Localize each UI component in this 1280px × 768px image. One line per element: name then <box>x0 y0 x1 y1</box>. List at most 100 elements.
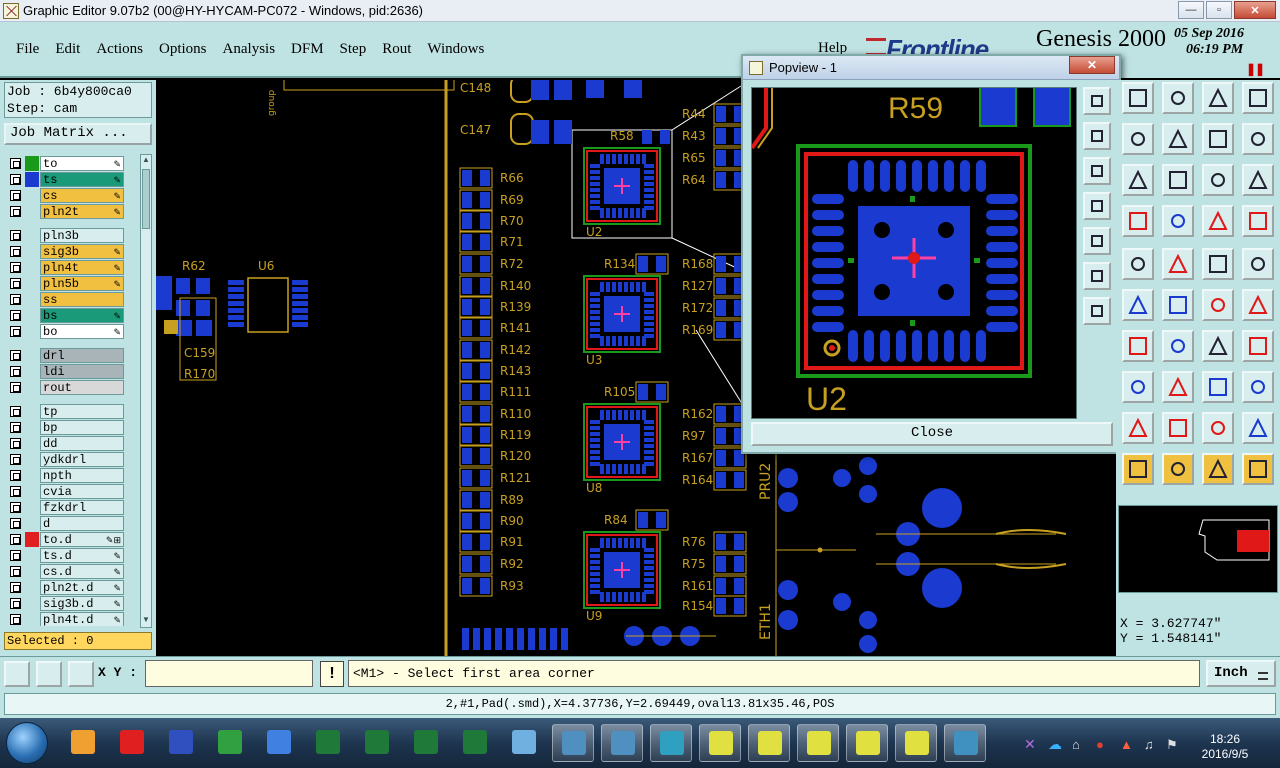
layer-name[interactable]: sig3b ✎ <box>40 244 124 259</box>
tool-mirror-icon[interactable] <box>1202 123 1234 155</box>
tool-angle-icon[interactable] <box>1122 330 1154 362</box>
job-matrix-button[interactable]: Job Matrix ... <box>4 123 152 145</box>
tool-cross-icon[interactable] <box>1162 289 1194 321</box>
tool-triangle-icon[interactable] <box>1122 412 1154 444</box>
layer-name[interactable]: bp <box>40 420 124 435</box>
taskbar-clock[interactable]: 18:26 2016/9/5 <box>1190 732 1260 762</box>
tool-move-down-icon[interactable] <box>1162 82 1194 114</box>
pause-icon[interactable]: ❚❚ <box>1246 62 1265 76</box>
menu-options[interactable]: Options <box>151 39 215 60</box>
board-overview[interactable] <box>1118 505 1278 593</box>
start-button[interactable] <box>6 722 48 764</box>
layer-checkbox[interactable] <box>10 158 21 169</box>
layer-checkbox[interactable] <box>10 382 21 393</box>
grid-icon[interactable] <box>68 661 94 687</box>
layer-checkbox[interactable] <box>10 438 21 449</box>
tool-slash-icon[interactable] <box>1162 330 1194 362</box>
layer-row[interactable]: pln4t ✎ <box>4 260 128 275</box>
menu-actions[interactable]: Actions <box>88 39 151 60</box>
notes-app-icon[interactable] <box>258 724 300 762</box>
layer-scrollbar[interactable]: ▲ ▼ <box>140 154 152 628</box>
layer-name[interactable]: ts ✎ <box>40 172 124 187</box>
layer-row[interactable]: pln2t ✎ <box>4 204 128 219</box>
tool-left-icon[interactable] <box>1122 123 1154 155</box>
layer-name[interactable]: sig3b.d ✎ <box>40 596 124 611</box>
menu-windows[interactable]: Windows <box>419 39 492 60</box>
tool-scale-icon[interactable] <box>1202 164 1234 196</box>
layer-row[interactable]: ts.d ✎ <box>4 548 128 563</box>
minimize-button[interactable]: — <box>1178 1 1204 19</box>
menu-dfm[interactable]: DFM <box>283 39 332 60</box>
layer-name[interactable]: rout <box>40 380 124 395</box>
tool-point-b-icon[interactable] <box>1242 289 1274 321</box>
tool-arch-b-icon[interactable] <box>1242 412 1274 444</box>
layer-checkbox[interactable] <box>10 278 21 289</box>
tool-layer-b-icon[interactable] <box>1242 205 1274 237</box>
doc-app-icon[interactable] <box>503 724 545 762</box>
layer-row[interactable]: sig3b ✎ <box>4 244 128 259</box>
zoom-home-icon[interactable] <box>1083 87 1111 115</box>
layer-checkbox[interactable] <box>10 230 21 241</box>
layer-checkbox[interactable] <box>10 422 21 433</box>
layer-row[interactable]: pln4t.d ✎ <box>4 612 128 626</box>
editor-2-icon[interactable] <box>748 724 790 762</box>
layer-checkbox[interactable] <box>10 350 21 361</box>
layer-name[interactable]: fzkdrl <box>40 500 124 515</box>
layer-name[interactable]: bs ✎ <box>40 308 124 323</box>
tool-select-c-icon[interactable] <box>1202 453 1234 485</box>
tool-arch-icon[interactable] <box>1202 412 1234 444</box>
tool-profile-icon[interactable] <box>1122 205 1154 237</box>
layer-checkbox[interactable] <box>10 262 21 273</box>
layer-checkbox[interactable] <box>10 518 21 529</box>
shell-app-icon[interactable] <box>62 724 104 762</box>
tool-group-icon[interactable] <box>1242 371 1274 403</box>
scroll-up-icon[interactable]: ▲ <box>141 155 151 167</box>
warning-icon[interactable]: ! <box>320 661 344 687</box>
menu-edit[interactable]: Edit <box>47 39 88 60</box>
layer-row[interactable]: ts ✎ <box>4 172 128 187</box>
menu-analysis[interactable]: Analysis <box>215 39 284 60</box>
save-app-icon[interactable] <box>160 724 202 762</box>
maximize-button[interactable]: ▫ <box>1206 1 1232 19</box>
layer-checkbox[interactable] <box>10 582 21 593</box>
tool-point-icon[interactable] <box>1202 289 1234 321</box>
excel-1-icon[interactable] <box>307 724 349 762</box>
excel-3-icon[interactable] <box>405 724 447 762</box>
monitor-2-icon[interactable] <box>601 724 643 762</box>
layer-name[interactable]: tp <box>40 404 124 419</box>
zoom-fit-icon[interactable] <box>1083 262 1111 290</box>
layer-row[interactable]: bp <box>4 420 128 435</box>
network-app-icon[interactable] <box>944 724 986 762</box>
popview-close-icon[interactable]: ✕ <box>1069 56 1115 74</box>
layer-checkbox[interactable] <box>10 326 21 337</box>
tool-grid-icon[interactable] <box>1162 205 1194 237</box>
layer-checkbox[interactable] <box>10 486 21 497</box>
tool-center-icon[interactable] <box>1122 164 1154 196</box>
tool-select-b-icon[interactable] <box>1162 453 1194 485</box>
layer-row[interactable]: to.d ✎⊞ <box>4 532 128 547</box>
excel-2-icon[interactable] <box>356 724 398 762</box>
layer-row[interactable]: npth <box>4 468 128 483</box>
tool-fit-icon[interactable] <box>1162 164 1194 196</box>
layer-name[interactable]: npth <box>40 468 124 483</box>
layer-row[interactable]: pln3b <box>4 228 128 243</box>
pan-left-icon[interactable] <box>1083 192 1111 220</box>
snap-icon[interactable] <box>4 661 30 687</box>
layer-checkbox[interactable] <box>10 246 21 257</box>
layer-name[interactable]: cvia <box>40 484 124 499</box>
layer-name[interactable]: d <box>40 516 124 531</box>
tool-home-icon[interactable] <box>1202 82 1234 114</box>
editor-3-icon[interactable] <box>797 724 839 762</box>
tool-help-icon[interactable] <box>1242 164 1274 196</box>
layer-row[interactable]: drl <box>4 348 128 363</box>
g-app-icon[interactable] <box>111 724 153 762</box>
layer-checkbox[interactable] <box>10 598 21 609</box>
layer-row[interactable]: cs ✎ <box>4 188 128 203</box>
layer-row[interactable]: rout <box>4 380 128 395</box>
zoom-out-icon[interactable] <box>1083 157 1111 185</box>
tool-select-icon[interactable] <box>1122 453 1154 485</box>
layer-checkbox[interactable] <box>10 174 21 185</box>
excel-4-icon[interactable] <box>454 724 496 762</box>
layer-name[interactable]: pln4t ✎ <box>40 260 124 275</box>
monitor-1-icon[interactable] <box>552 724 594 762</box>
